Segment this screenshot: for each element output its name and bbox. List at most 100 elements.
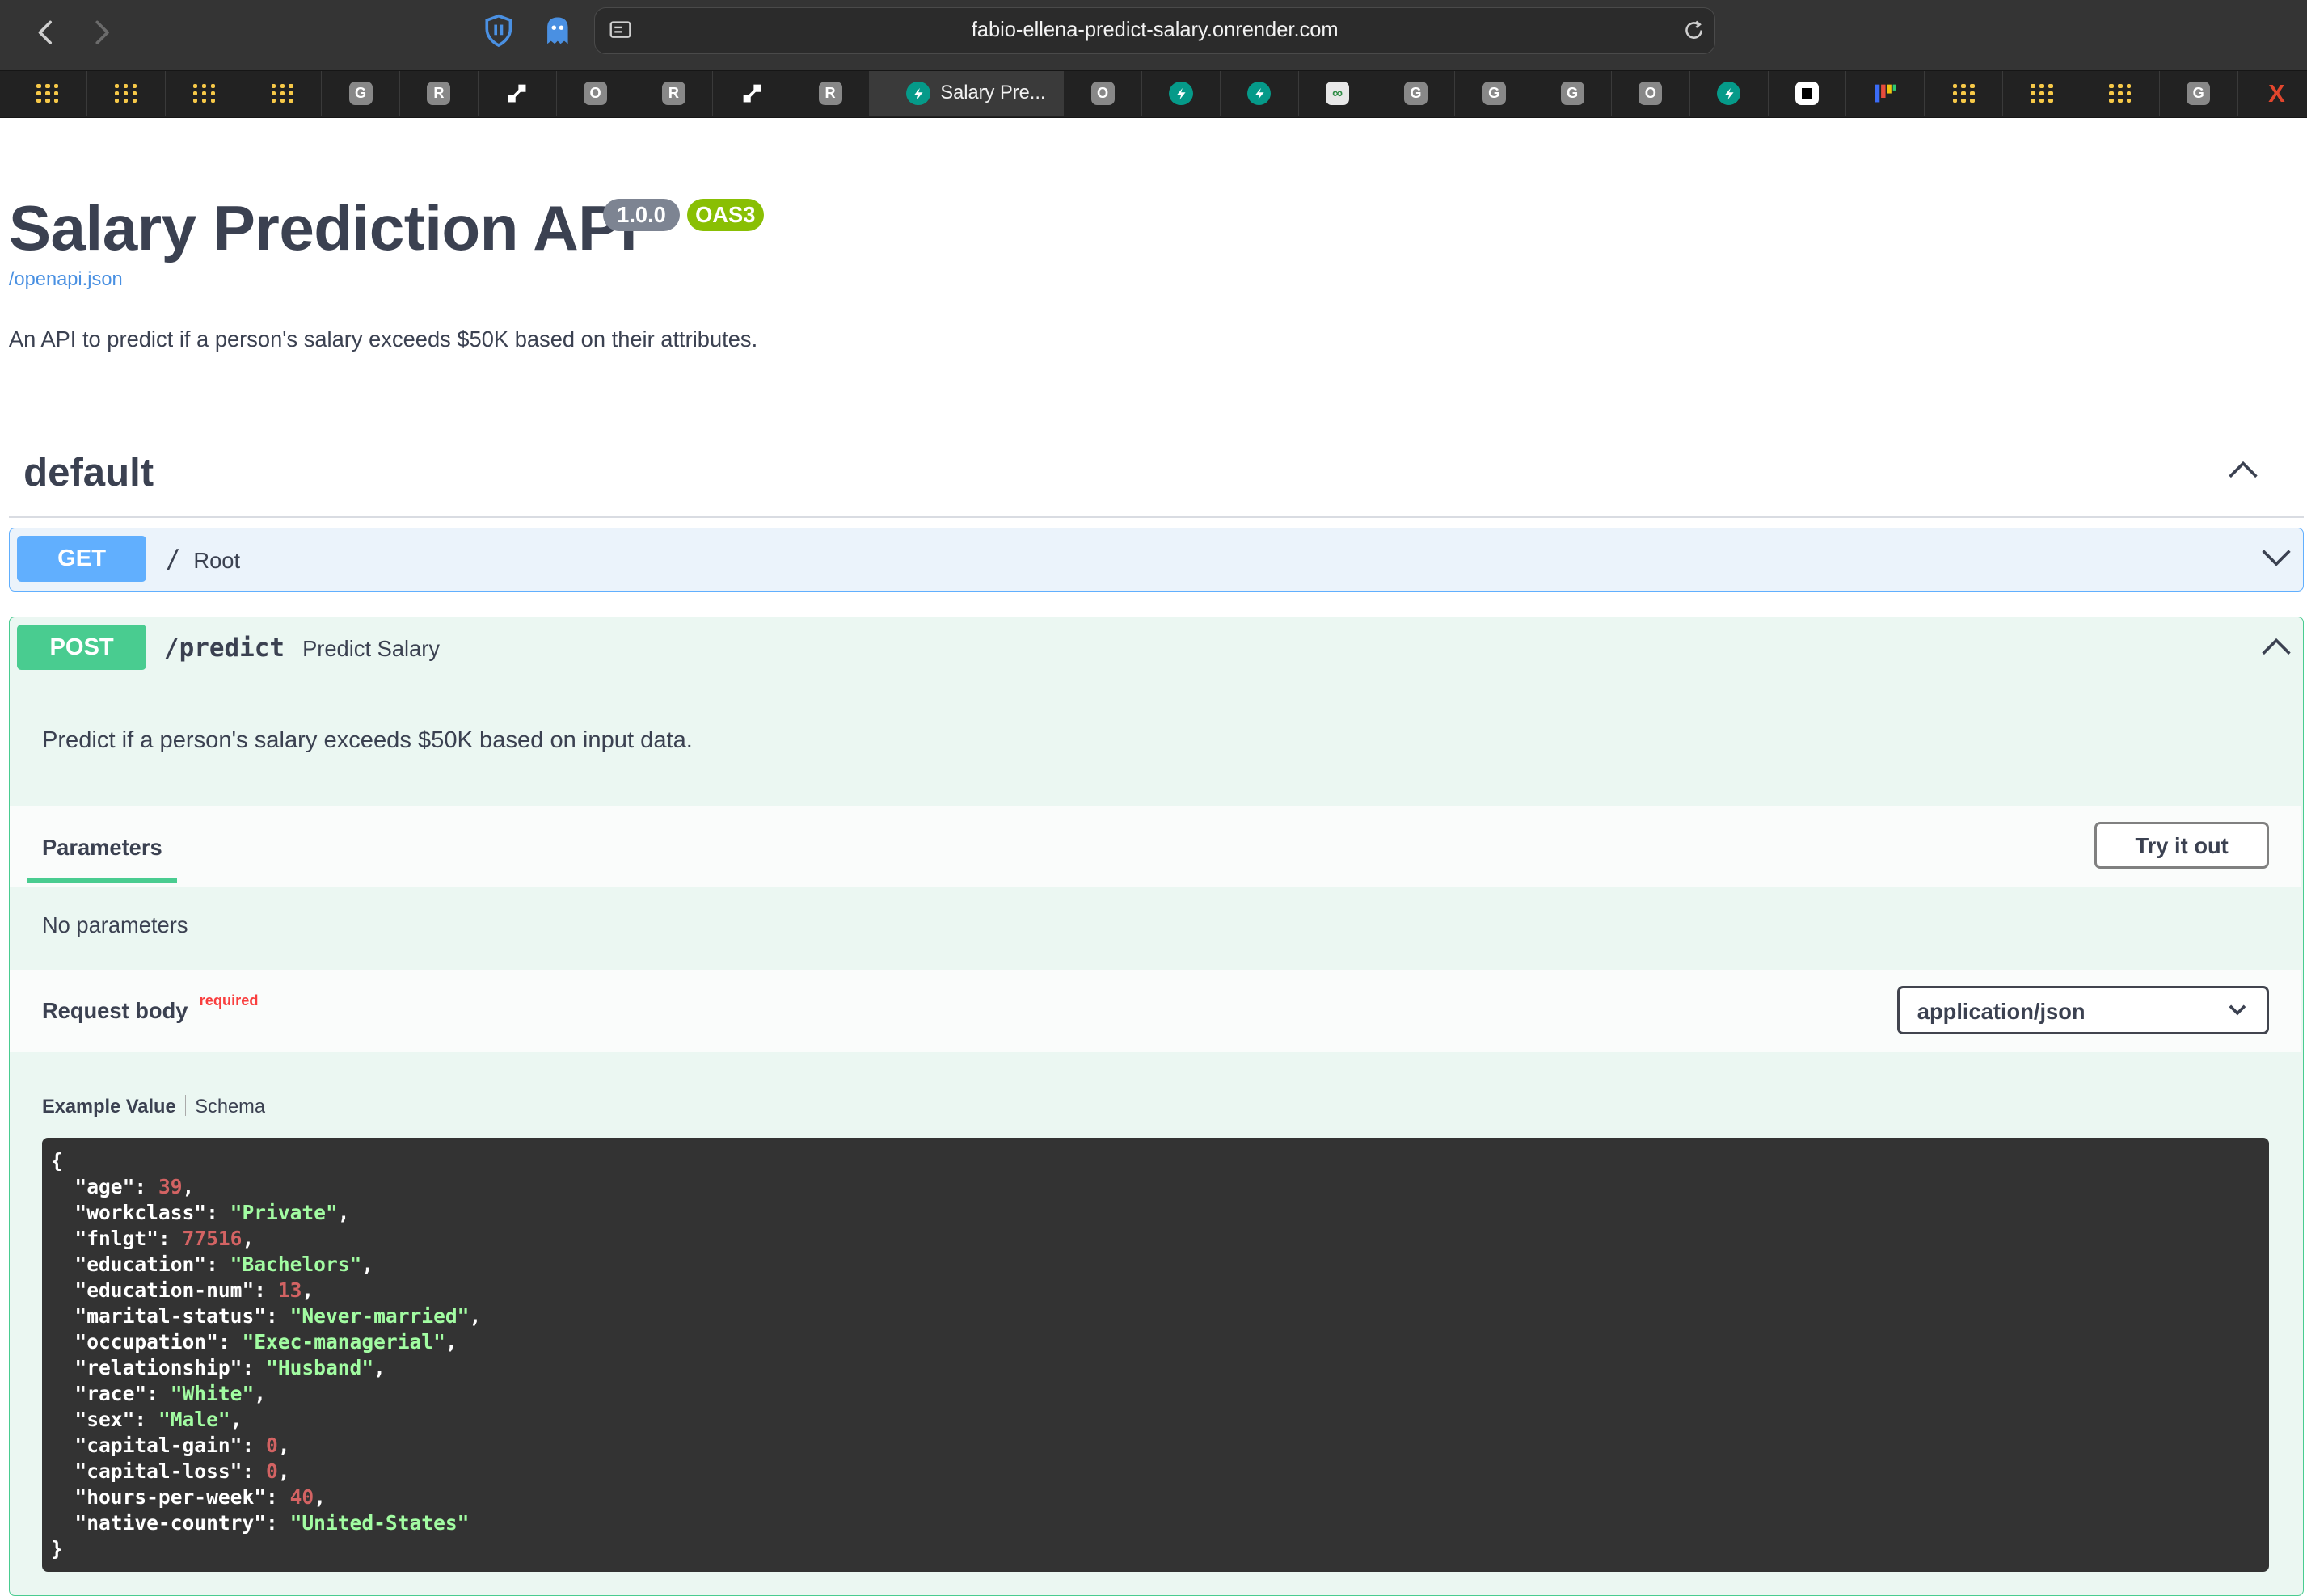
fastapi-favicon-icon: [1247, 82, 1272, 106]
chevron-up-icon: [2262, 638, 2292, 655]
tab-item[interactable]: R: [791, 71, 870, 116]
tab-item[interactable]: ∞: [1299, 71, 1377, 116]
post-summary[interactable]: Predict Salary: [302, 636, 440, 662]
required-label: required: [199, 992, 259, 1009]
tab-item[interactable]: X: [2238, 71, 2307, 116]
expand-get-icon[interactable]: [2260, 548, 2292, 575]
tab-item[interactable]: [1925, 71, 2004, 116]
reload-icon[interactable]: [1682, 19, 1706, 48]
collapse-post-icon[interactable]: [2260, 636, 2292, 663]
address-bar[interactable]: fabio-ellena-predict-salary.onrender.com: [594, 7, 1716, 55]
code-value: 0: [266, 1459, 278, 1483]
tab-item[interactable]: G: [322, 71, 401, 116]
code-line: "education-num": 13,: [74, 1278, 314, 1302]
tab-item[interactable]: [2003, 71, 2081, 116]
tab-item[interactable]: [1690, 71, 1769, 116]
example-schema-tabs: Example Value Schema: [42, 1095, 265, 1118]
get-summary: Root: [193, 548, 241, 574]
no-parameters-text: No parameters: [41, 912, 188, 938]
tab-item[interactable]: [1846, 71, 1925, 116]
code-value: "Male": [158, 1407, 230, 1431]
post-path[interactable]: /predict: [164, 634, 285, 663]
code-value: 77516: [182, 1226, 243, 1250]
tab-item[interactable]: [9, 71, 87, 116]
letter-favicon-icon: R: [661, 82, 685, 106]
code-value: "United-States": [289, 1511, 470, 1535]
letter-favicon-icon: G: [2187, 82, 2211, 106]
tab-item[interactable]: G: [2160, 71, 2238, 116]
code-line: "education": "Bachelors",: [74, 1252, 374, 1276]
code-value: "Never-married": [289, 1303, 470, 1328]
code-key: "capital-loss": [74, 1459, 243, 1483]
tab-parameters[interactable]: Parameters: [42, 835, 162, 861]
tab-title: Salary Pre...: [940, 82, 1046, 104]
tab-item[interactable]: R: [400, 71, 479, 116]
x-favicon-icon: X: [2268, 78, 2285, 107]
tab-example-value[interactable]: Example Value: [42, 1097, 176, 1118]
chevron-down-icon: [2229, 1004, 2246, 1016]
section-title[interactable]: default: [23, 450, 154, 495]
forward-button[interactable]: [81, 12, 122, 53]
try-it-out-button[interactable]: Try it out: [2094, 821, 2270, 869]
tab-item[interactable]: G: [1533, 71, 1612, 116]
tab-item[interactable]: O: [1612, 71, 1690, 116]
openapi-json-link[interactable]: /openapi.json: [9, 269, 123, 291]
code-value: "Exec-managerial": [242, 1329, 445, 1354]
tab-item[interactable]: [87, 71, 166, 116]
active-tab-indicator: [27, 877, 178, 883]
tab-item[interactable]: [243, 71, 323, 116]
tab-schema[interactable]: Schema: [195, 1097, 265, 1118]
tab-item[interactable]: R: [635, 71, 714, 116]
tab-item[interactable]: O: [1064, 71, 1143, 116]
oas-badge: OAS3: [686, 198, 764, 231]
tab-item[interactable]: G: [1455, 71, 1534, 116]
dots-favicon-icon: [36, 83, 59, 103]
get-root-operation[interactable]: GET / Root: [8, 528, 2305, 592]
section-divider: [8, 516, 2305, 518]
code-key: "fnlgt": [74, 1226, 158, 1250]
tab-item[interactable]: G: [1377, 71, 1456, 116]
code-line: "hours-per-week": 40,: [74, 1484, 326, 1509]
code-line: "relationship": "Husband",: [74, 1355, 386, 1379]
tab-item[interactable]: [1769, 71, 1847, 116]
ghost-extension-icon[interactable]: [540, 13, 576, 48]
tab-active[interactable]: Salary Pre...: [869, 71, 1065, 116]
code-line: "native-country": "United-States": [74, 1511, 470, 1535]
chevron-right-icon: [95, 20, 109, 44]
get-method-badge: GET: [17, 536, 147, 582]
chevron-down-icon: [2262, 550, 2292, 566]
request-body-header: Request body required application/json: [9, 970, 2302, 1053]
example-value-code[interactable]: { "age": 39, "workclass": "Private", "fn…: [41, 1137, 2270, 1572]
letter-favicon-icon: G: [348, 82, 373, 106]
collapse-section-icon[interactable]: [2227, 459, 2259, 486]
link-favicon-icon: [740, 82, 764, 105]
tab-item[interactable]: O: [557, 71, 635, 116]
tab-item[interactable]: [479, 71, 557, 116]
tab-item[interactable]: [1221, 71, 1299, 116]
code-value: 39: [158, 1174, 183, 1198]
dots-favicon-icon: [1952, 83, 1975, 103]
fastapi-favicon-icon: [1169, 82, 1193, 106]
code-value: "Private": [230, 1200, 338, 1224]
tab-item[interactable]: [713, 71, 792, 116]
code-value: "Bachelors": [230, 1252, 362, 1276]
letter-favicon-icon: O: [584, 82, 608, 106]
parameters-header: Parameters Try it out: [9, 806, 2302, 888]
post-method-badge[interactable]: POST: [17, 624, 147, 671]
post-predict-operation: POST /predict Predict Salary Predict if …: [8, 616, 2305, 1596]
request-body-label: Request body: [41, 997, 188, 1023]
code-line: "capital-gain": 0,: [74, 1433, 290, 1457]
version-badge: 1.0.0: [603, 198, 680, 231]
shield-extension-icon[interactable]: [481, 13, 517, 48]
code-line: "age": 39,: [74, 1174, 195, 1198]
content-type-select[interactable]: application/json: [1896, 986, 2270, 1035]
dots-favicon-icon: [2109, 83, 2132, 103]
code-key: "marital-status": [74, 1303, 267, 1328]
code-value: 0: [266, 1433, 278, 1457]
tab-item[interactable]: [2081, 71, 2160, 116]
tab-item[interactable]: [166, 71, 244, 116]
code-value: "White": [170, 1381, 255, 1405]
back-button[interactable]: [25, 12, 66, 53]
geeksforgeeks-favicon-icon: ∞: [1326, 82, 1350, 106]
tab-item[interactable]: [1142, 71, 1221, 116]
